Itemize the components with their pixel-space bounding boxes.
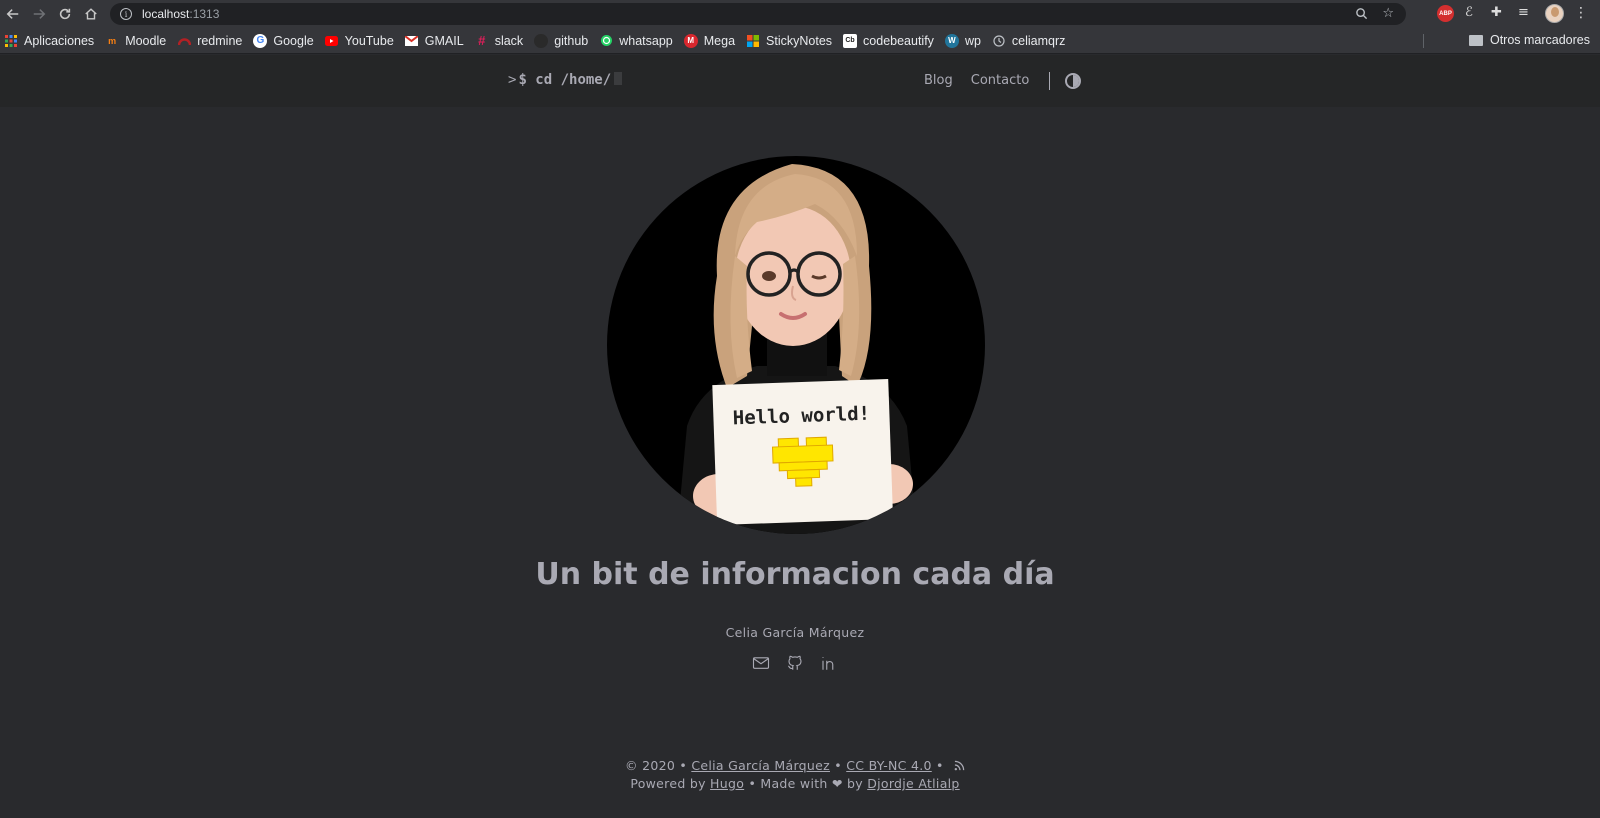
codebeautify-icon: Cb	[843, 33, 858, 48]
bookmark-label: codebeautify	[863, 33, 934, 48]
bookmark-google[interactable]: G Google	[253, 33, 314, 48]
site-footer: © 2020 • Celia García Márquez • CC BY-NC…	[0, 757, 1590, 793]
wordpress-icon: W	[944, 33, 959, 48]
bookmark-star-icon[interactable]: ☆	[1382, 6, 1394, 21]
rss-icon[interactable]	[954, 760, 965, 771]
logo-prompt: >	[508, 72, 517, 88]
linkedin-icon[interactable]	[820, 654, 838, 672]
bookmark-label: GMAIL	[424, 33, 464, 48]
bookmarks-divider	[1423, 34, 1424, 48]
address-bar[interactable]: i localhost:1313 ☆	[110, 3, 1406, 25]
theme-toggle-icon[interactable]	[1065, 73, 1081, 89]
home-icon	[85, 8, 97, 20]
apps-grid-icon	[4, 34, 18, 48]
copyright-text: © 2020 •	[625, 758, 688, 773]
bookmark-label: Mega	[703, 33, 736, 48]
avatar-illustration: Hello world!	[677, 164, 917, 534]
reading-list-icon[interactable]: ≡	[1518, 5, 1529, 20]
bookmark-github[interactable]: github	[534, 33, 589, 48]
bookmark-label: YouTube	[344, 33, 394, 48]
social-links	[752, 654, 838, 672]
hugo-link[interactable]: Hugo	[710, 776, 744, 791]
bookmark-label: slack	[494, 33, 524, 48]
bookmark-celiamqrz[interactable]: celiamqrz	[992, 33, 1066, 48]
bookmark-codebeautify[interactable]: Cb codebeautify	[843, 33, 934, 48]
bookmark-label: Google	[273, 33, 314, 48]
theme-author-link[interactable]: Djordje Atlialp	[867, 776, 959, 791]
profile-avatar-image: Hello world!	[607, 156, 985, 534]
license-link[interactable]: CC BY-NC 4.0	[846, 758, 932, 773]
home-button[interactable]	[78, 1, 104, 27]
bookmark-label: whatsapp	[619, 33, 673, 48]
menu-item-contacto[interactable]: Contacto	[971, 73, 1030, 88]
terminal-cursor	[614, 72, 623, 85]
github-icon[interactable]	[786, 654, 804, 672]
github-icon	[534, 33, 549, 48]
bookmark-gmail[interactable]: GMAIL	[405, 34, 464, 48]
other-bookmarks[interactable]: Otros marcadores	[1468, 33, 1590, 47]
menu-item-blog[interactable]: Blog	[924, 73, 953, 88]
site-header: > $ cd /home/ Blog Contacto	[0, 55, 1600, 107]
youtube-icon	[325, 34, 339, 48]
bookmark-label: Moodle	[125, 33, 167, 48]
puzzle-extensions-icon[interactable]: ✚	[1491, 5, 1502, 20]
site-menu: Blog Contacto	[924, 73, 1029, 88]
bookmark-label: celiamqrz	[1011, 33, 1066, 48]
adblock-plus-icon[interactable]: ABP	[1437, 5, 1454, 22]
gmail-icon	[405, 34, 419, 48]
windows-icon	[746, 34, 760, 48]
bookmark-label: StickyNotes	[766, 33, 833, 48]
bookmark-youtube[interactable]: YouTube	[325, 34, 394, 48]
powered-by-text: Powered by	[630, 776, 706, 791]
info-icon[interactable]: i	[120, 8, 132, 20]
browser-toolbar: i localhost:1313 ☆ ABP ℰ ✚ ≡ ⋮	[0, 0, 1600, 28]
bookmark-label: redmine	[197, 33, 243, 48]
bookmark-wp[interactable]: W wp	[944, 33, 981, 48]
zoom-icon[interactable]	[1355, 7, 1368, 20]
bookmark-redmine[interactable]: redmine	[177, 34, 242, 48]
made-with-text: • Made with ❤ by	[748, 776, 863, 791]
mega-icon: M	[683, 33, 698, 48]
reload-icon	[59, 8, 71, 20]
mail-icon[interactable]	[752, 654, 770, 672]
menu-kebab-icon[interactable]: ⋮	[1574, 5, 1588, 21]
footer-powered-line: Powered by Hugo • Made with ❤ by Djordje…	[0, 775, 1590, 793]
folder-icon	[1468, 34, 1483, 46]
clock-icon	[992, 34, 1006, 48]
bookmark-label: Aplicaciones	[24, 33, 95, 48]
whatsapp-icon	[599, 34, 613, 48]
other-bookmarks-label: Otros marcadores	[1489, 33, 1590, 47]
google-icon: G	[253, 33, 268, 48]
menu-divider	[1049, 72, 1050, 90]
footer-separator: •	[936, 758, 944, 773]
footer-copyright-line: © 2020 • Celia García Márquez • CC BY-NC…	[0, 757, 1590, 775]
bookmark-mega[interactable]: M Mega	[683, 33, 736, 48]
logo-text: $ cd /home/	[518, 72, 612, 88]
reload-button[interactable]	[52, 1, 78, 27]
bookmarks-bar: Aplicaciones m Moodle redmine G Google Y…	[0, 28, 1600, 54]
profile-avatar[interactable]	[1545, 4, 1564, 23]
bookmark-label: wp	[964, 33, 981, 48]
back-button[interactable]	[0, 1, 26, 27]
bookmark-whatsapp[interactable]: whatsapp	[599, 34, 673, 48]
forward-button[interactable]	[26, 1, 52, 27]
url-text: localhost:1313	[142, 7, 220, 21]
arrow-right-icon	[33, 9, 46, 19]
bookmark-aplicaciones[interactable]: Aplicaciones	[4, 34, 94, 48]
redmine-icon	[177, 34, 191, 48]
site-logo[interactable]: > $ cd /home/	[508, 72, 623, 88]
extension-icon[interactable]: ℰ	[1465, 5, 1473, 20]
bookmark-moodle[interactable]: m Moodle	[105, 34, 166, 48]
footer-separator: •	[834, 758, 842, 773]
bookmark-stickynotes[interactable]: StickyNotes	[746, 34, 832, 48]
footer-author-link[interactable]: Celia García Márquez	[691, 758, 830, 773]
author-name: Celia García Márquez	[725, 625, 865, 640]
moodle-icon: m	[108, 35, 117, 46]
bookmark-label: github	[554, 33, 589, 48]
slack-icon: #	[478, 33, 486, 48]
page-title: Un bit de informacion cada día	[535, 557, 1055, 592]
bookmark-slack[interactable]: # slack	[475, 33, 524, 48]
arrow-left-icon	[6, 9, 19, 19]
